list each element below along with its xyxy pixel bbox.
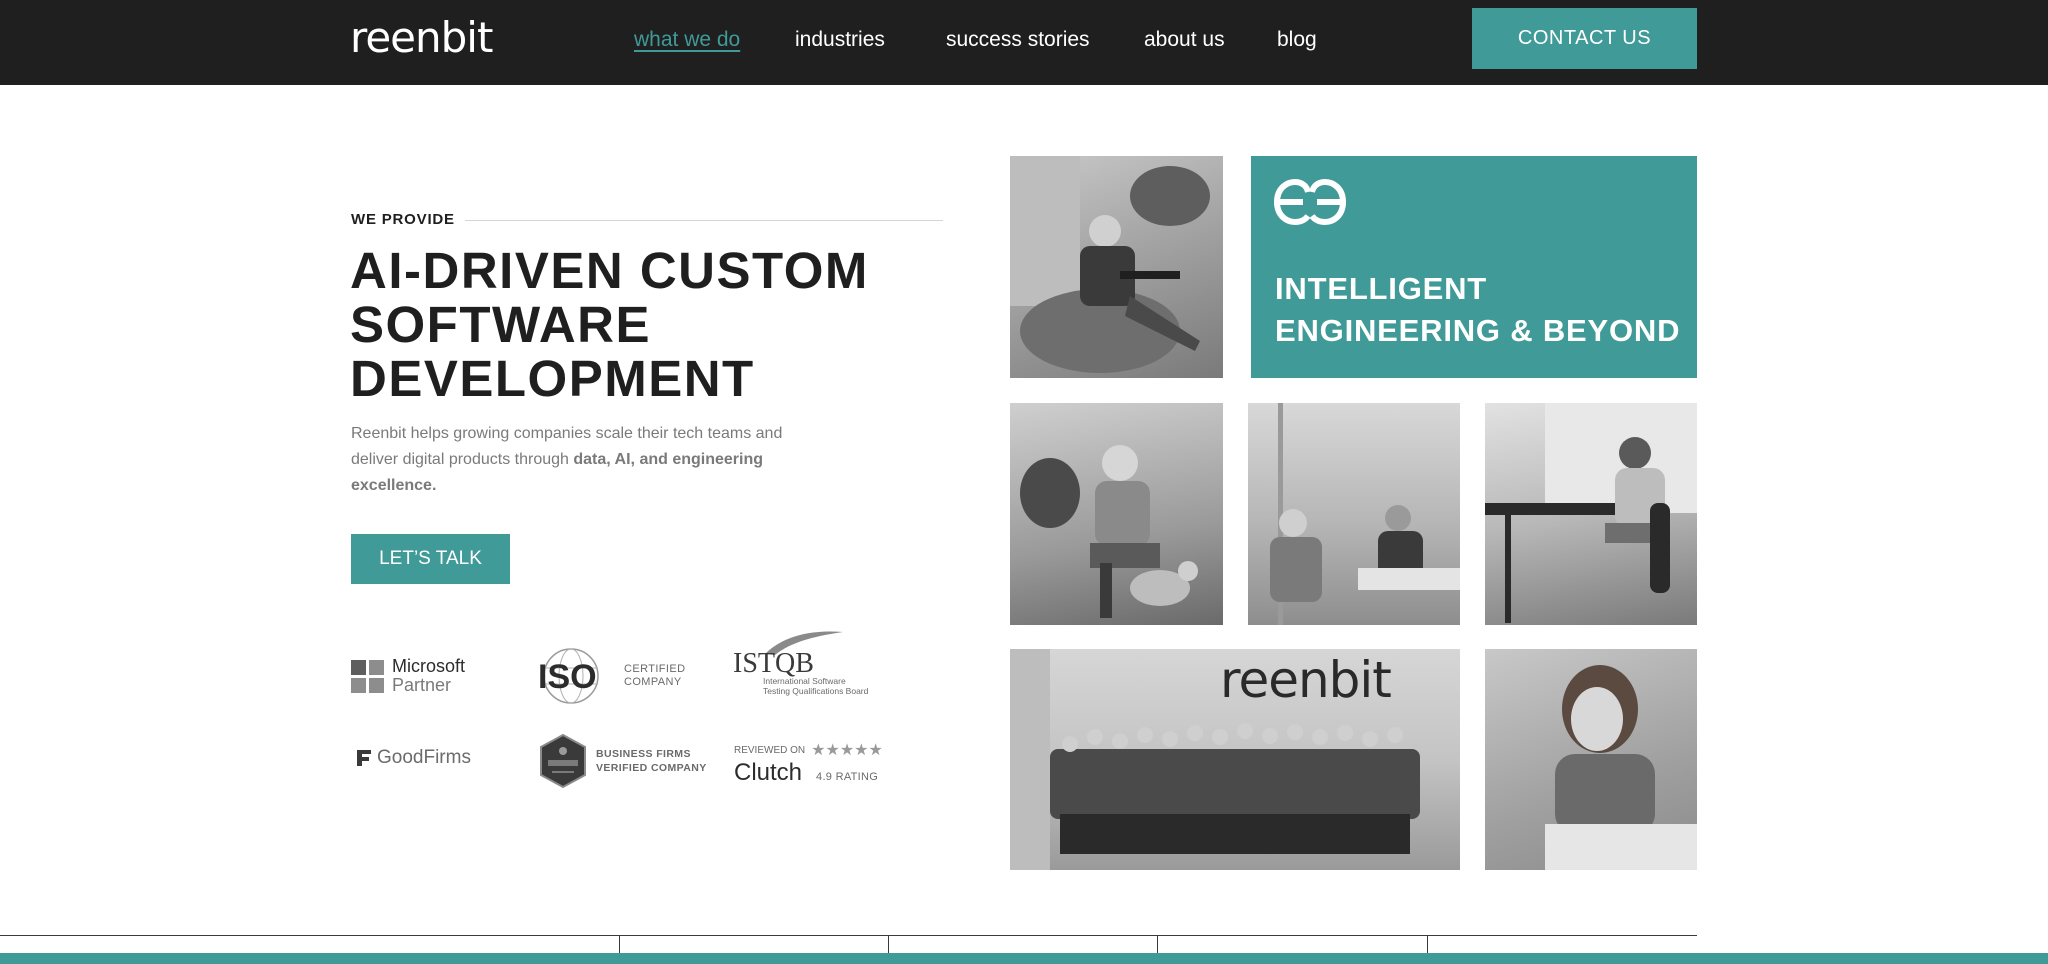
desk-worker-illustration <box>1485 403 1697 623</box>
developer-beanbag-illustration <box>1010 156 1210 373</box>
nav-link-about-us[interactable]: about us <box>1144 25 1225 55</box>
business-firms-badge: BUSINESS FIRMS VERIFIED COMPANY <box>538 733 707 789</box>
photo-team-group: reenbit <box>1010 649 1460 870</box>
bottom-tick <box>888 935 889 953</box>
headline-line-2: SOFTWARE <box>350 296 651 353</box>
bottom-tick <box>1157 935 1158 953</box>
headline-line-3: DEVELOPMENT <box>350 350 755 407</box>
microsoft-logo-icon <box>351 659 384 693</box>
istqb-name: ISTQB <box>733 648 814 679</box>
tagline-line-1: INTELLIGENT <box>1275 271 1488 306</box>
reenbit-ee-mark-icon <box>1273 178 1347 226</box>
nav-link-success-stories[interactable]: success stories <box>946 25 1090 55</box>
business-firms-label: BUSINESS FIRMS <box>596 748 691 760</box>
istqb-line-1: International Software <box>763 676 846 686</box>
iso-globe-icon: ISO <box>538 648 599 704</box>
photo-desk-worker <box>1485 403 1697 625</box>
rating-stars-icon: ★★★★★ <box>811 742 883 759</box>
bottom-tick <box>1427 935 1428 953</box>
iso-company-label: COMPANY <box>624 676 682 688</box>
iso-certified-badge: ISO CERTIFIED COMPANY <box>536 646 685 706</box>
headline-line-1: AI-DRIVEN CUSTOM <box>350 242 869 299</box>
photo-man-with-dog <box>1010 403 1223 625</box>
reenbit-logo[interactable]: reenbit <box>350 14 493 62</box>
istqb-line-2: Testing Qualifications Board <box>763 686 869 696</box>
lets-talk-button[interactable]: LET’S TALK <box>351 534 510 584</box>
clutch-badge: REVIEWED ON ★★★★★ Clutch 4.9 RATING <box>734 740 883 786</box>
man-with-dog-illustration <box>1020 445 1198 618</box>
contact-us-button[interactable]: CONTACT US <box>1472 8 1697 69</box>
iso-mark: ISO <box>538 658 597 696</box>
partner-label: Partner <box>392 675 452 695</box>
hero-headline: AI-DRIVEN CUSTOM SOFTWARE DEVELOPMENT <box>350 244 870 406</box>
smiling-woman-illustration <box>1545 665 1697 870</box>
intelligent-engineering-card: INTELLIGENT ENGINEERING & BEYOND <box>1251 156 1697 378</box>
goodfirms-logo-icon <box>357 750 371 766</box>
verified-company-label: VERIFIED COMPANY <box>596 762 707 774</box>
card-tagline: INTELLIGENT ENGINEERING & BEYOND <box>1275 268 1680 352</box>
top-navigation: reenbit what we do industries success st… <box>0 0 2048 85</box>
clutch-label: Clutch <box>734 759 803 786</box>
business-firms-hexagon-icon <box>540 733 586 789</box>
iso-certified-label: CERTIFIED <box>624 663 686 675</box>
photo-smiling-woman <box>1485 649 1697 870</box>
istqb-badge: ISTQB International Software Testing Qua… <box>733 628 868 696</box>
nav-link-what-we-do[interactable]: what we do <box>634 25 740 55</box>
tagline-line-2: ENGINEERING & BEYOND <box>1275 313 1681 348</box>
meeting-room-illustration <box>1270 403 1460 625</box>
goodfirms-label: GoodFirms <box>377 747 471 768</box>
eyebrow-label: WE PROVIDE <box>351 211 455 228</box>
microsoft-label: Microsoft <box>392 656 466 676</box>
clutch-rating-label: 4.9 RATING <box>816 771 879 783</box>
bottom-tick <box>619 935 620 953</box>
goodfirms-badge: GoodFirms <box>355 747 471 769</box>
reviewed-on-label: REVIEWED ON <box>734 744 806 756</box>
bottom-divider <box>0 935 1697 936</box>
eyebrow-divider <box>465 220 943 221</box>
nav-link-industries[interactable]: industries <box>795 25 885 55</box>
bottom-accent-bar <box>0 953 2048 964</box>
photo-developer-beanbag <box>1010 156 1223 378</box>
team-group-illustration <box>1010 649 1420 870</box>
microsoft-partner-badge: Microsoft Partner <box>351 657 465 695</box>
photo-meeting-room <box>1248 403 1460 625</box>
nav-link-blog[interactable]: blog <box>1277 25 1317 55</box>
hero-description: Reenbit helps growing companies scale th… <box>351 421 821 499</box>
